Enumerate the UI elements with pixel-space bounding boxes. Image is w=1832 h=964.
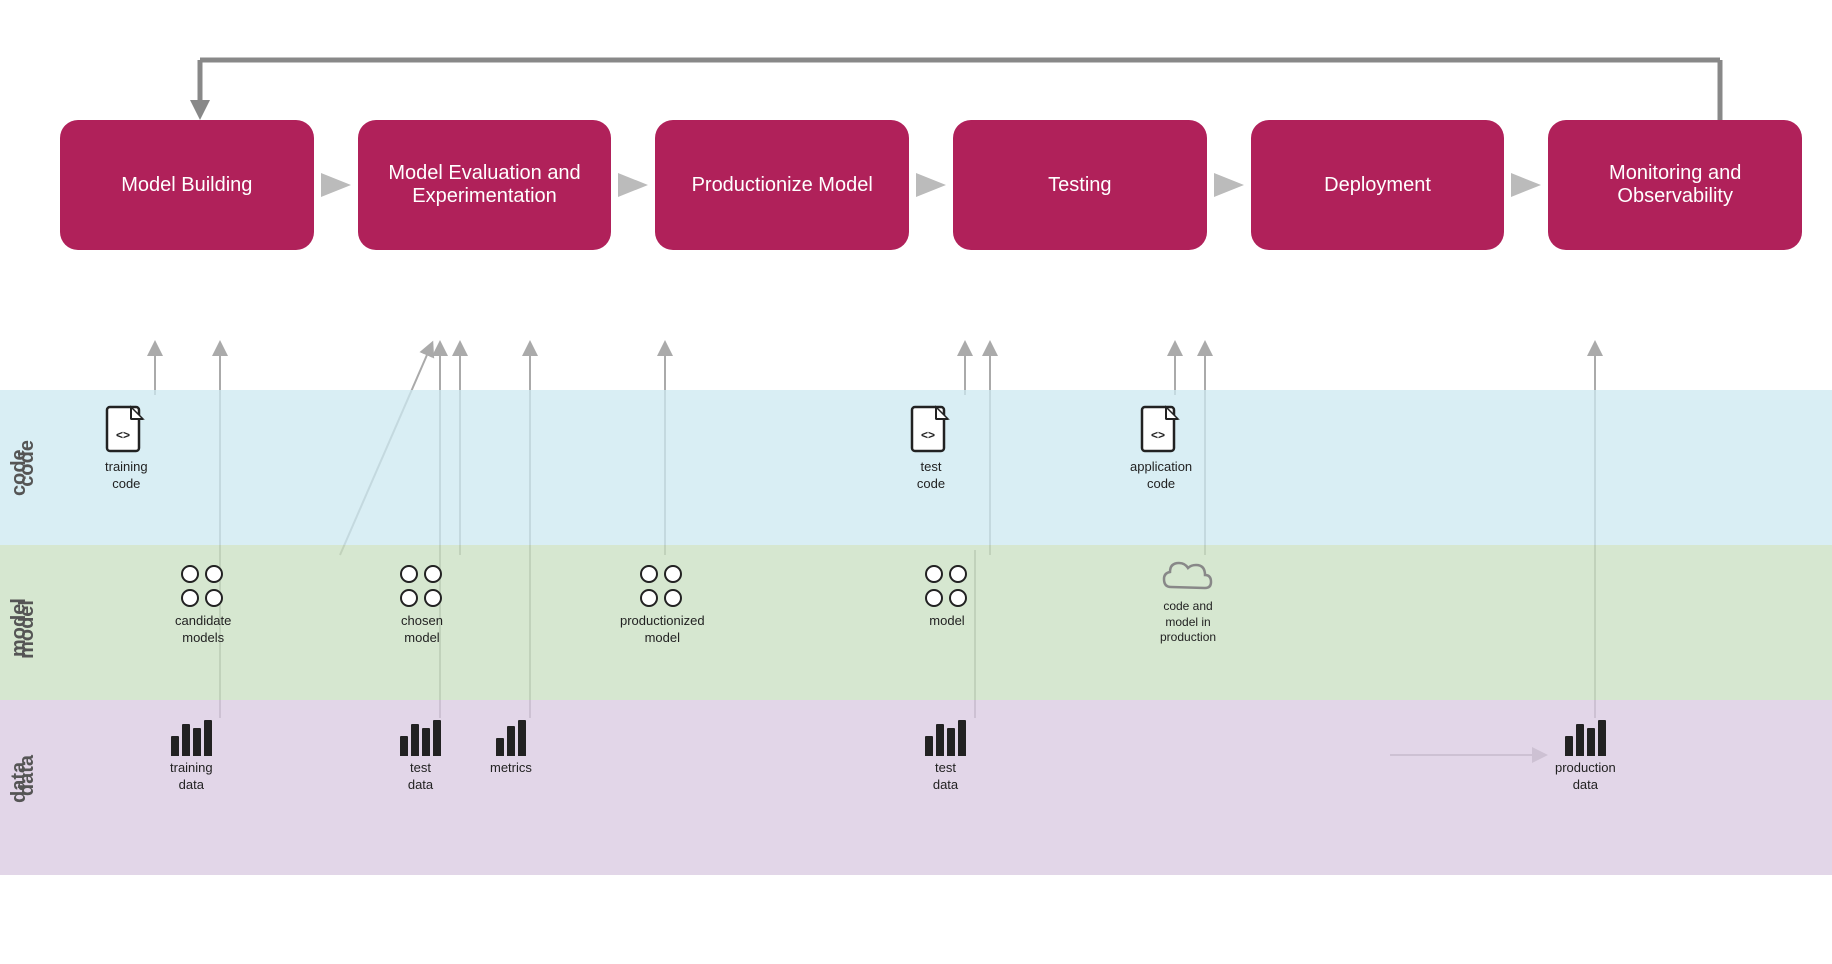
- item-candidate-models: candidatemodels: [175, 565, 231, 647]
- test-code-label: testcode: [917, 459, 945, 493]
- stages-row: Model Building Model Evaluation and Expe…: [60, 120, 1802, 250]
- arrow-1: [314, 165, 358, 205]
- arrow-4: [1207, 165, 1251, 205]
- stage-testing: Testing: [953, 120, 1207, 250]
- svg-text:<>: <>: [116, 428, 130, 442]
- item-metrics: metrics: [490, 720, 532, 777]
- metrics-label: metrics: [490, 760, 532, 777]
- test-code-icon: <>: [910, 405, 952, 455]
- productionized-model-label: productionizedmodel: [620, 613, 705, 647]
- svg-text:<>: <>: [1151, 428, 1165, 442]
- code-icon: <>: [105, 405, 147, 455]
- item-test-data-testing: testdata: [925, 720, 966, 794]
- item-production-data: productiondata: [1555, 720, 1616, 794]
- item-code-model-production: code andmodel inproduction: [1160, 555, 1216, 646]
- arrow-5: [1504, 165, 1548, 205]
- cloud-icon: [1161, 555, 1216, 595]
- model-label: model: [929, 613, 964, 630]
- stage-monitoring: Monitoring and Observability: [1548, 120, 1802, 250]
- stage-deployment: Deployment: [1251, 120, 1505, 250]
- item-application-code: <> applicationcode: [1130, 405, 1192, 493]
- model-label-text: model: [16, 600, 39, 659]
- stage-productionize: Productionize Model: [655, 120, 909, 250]
- item-training-code: <> trainingcode: [105, 405, 148, 493]
- candidate-models-label: candidatemodels: [175, 613, 231, 647]
- item-model-testing: model: [925, 565, 969, 630]
- diagram: code model data code model data Model Bu…: [0, 0, 1832, 964]
- item-productionized-model: productionizedmodel: [620, 565, 705, 647]
- svg-text:<>: <>: [921, 428, 935, 442]
- model-band: [0, 545, 1832, 700]
- test-data-eval-label: testdata: [408, 760, 433, 794]
- data-label-text: data: [16, 755, 39, 796]
- item-test-code: <> testcode: [910, 405, 952, 493]
- application-code-icon: <>: [1140, 405, 1182, 455]
- chosen-model-label: chosenmodel: [401, 613, 443, 647]
- training-code-label: trainingcode: [105, 459, 148, 493]
- stage-model-building: Model Building: [60, 120, 314, 250]
- arrow-2: [611, 165, 655, 205]
- stage-model-evaluation: Model Evaluation and Experimentation: [358, 120, 612, 250]
- training-data-label: trainingdata: [170, 760, 213, 794]
- item-chosen-model: chosenmodel: [400, 565, 444, 647]
- item-training-data: trainingdata: [170, 720, 213, 794]
- production-data-label: productiondata: [1555, 760, 1616, 794]
- code-label-text: code: [16, 440, 39, 487]
- test-data-testing-label: testdata: [933, 760, 958, 794]
- code-model-production-label: code andmodel inproduction: [1160, 599, 1216, 646]
- arrow-3: [909, 165, 953, 205]
- item-test-data-eval: testdata: [400, 720, 441, 794]
- application-code-label: applicationcode: [1130, 459, 1192, 493]
